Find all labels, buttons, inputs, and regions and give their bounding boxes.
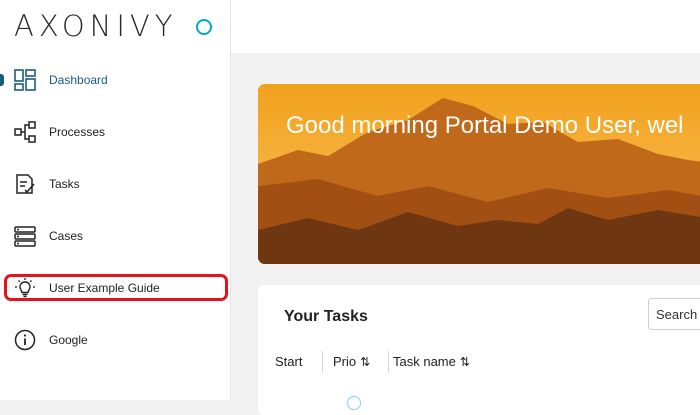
sidebar-item-label: Cases [49,229,84,243]
greeting-text: Good morning Portal Demo User, wel [286,112,684,139]
column-label: Start [275,354,303,369]
tasks-icon [16,174,35,194]
sidebar-item-label: Google [49,333,88,347]
search-label: Search [656,307,698,322]
cases-icon [14,226,36,247]
sidebar-item-processes[interactable]: Processes [0,112,230,152]
column-header-task-name[interactable]: Task name ⇅ [393,354,470,369]
task-state-icon [347,396,361,410]
column-header-prio[interactable]: Prio ⇅ [333,354,370,369]
mountain-illustration [258,84,700,264]
column-divider [388,351,389,373]
processes-icon [14,121,36,143]
sort-icon[interactable]: ⇅ [360,355,370,369]
column-header-start[interactable]: Start [275,354,302,369]
top-bar [231,0,700,53]
sidebar-item-dashboard[interactable]: Dashboard [0,60,230,100]
column-label: Task name [393,354,456,369]
sidebar-item-google[interactable]: Google [0,320,230,360]
widget-title: Your Tasks [284,308,368,325]
sidebar-item-label: Tasks [49,177,80,191]
logo-circle-icon [196,19,212,35]
sidebar-item-label: Processes [49,125,106,139]
welcome-banner: Good morning Portal Demo User, wel [258,84,700,264]
sort-icon[interactable]: ⇅ [460,355,470,369]
dashboard-icon [14,69,36,91]
column-label: Prio [333,354,357,369]
sidebar-item-tasks[interactable]: Tasks [0,164,230,204]
sidebar-item-label: Dashboard [49,73,108,87]
search-input[interactable]: Search [648,298,700,330]
highlight-box [4,274,228,301]
info-icon [14,329,36,351]
axonivy-logo[interactable]: AXONIVY [14,9,177,43]
column-divider [322,351,323,373]
sidebar: AXONIVY Dashboard Processes Tasks Cases … [0,0,231,400]
your-tasks-widget: Your Tasks Search Start Prio ⇅ Task name ⇅ [258,285,700,415]
sidebar-item-cases[interactable]: Cases [0,216,230,256]
